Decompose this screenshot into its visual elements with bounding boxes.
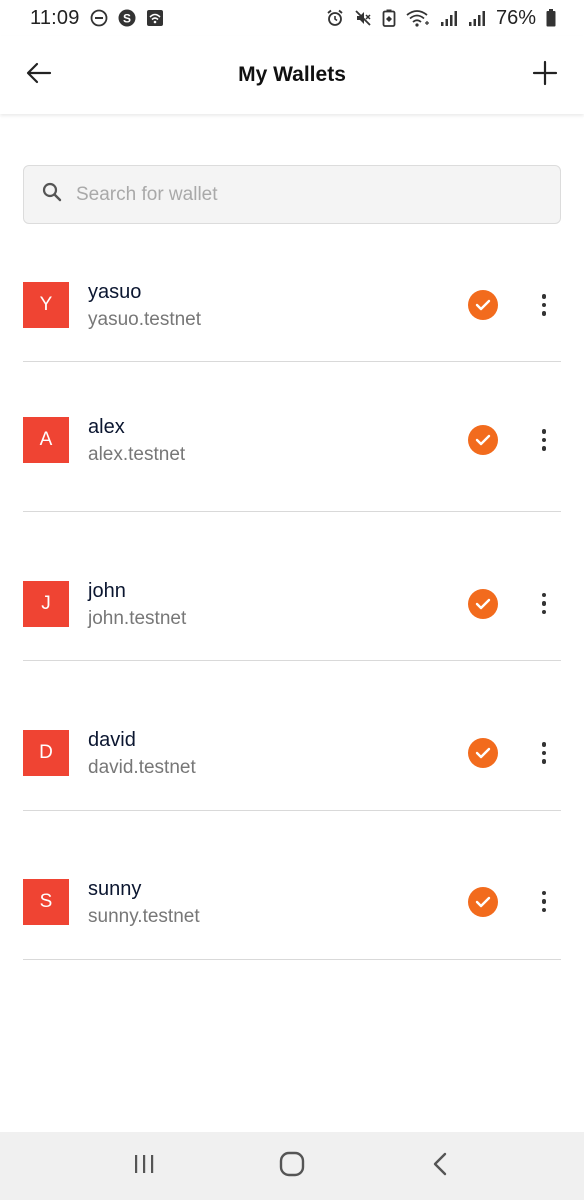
wallet-row-david[interactable]: D david david.testnet — [23, 661, 561, 811]
plus-icon — [532, 60, 558, 91]
wallet-account: sunny.testnet — [88, 905, 200, 927]
minus-circle-icon — [90, 9, 108, 27]
app-bar: My Wallets — [0, 36, 584, 114]
battery-saver-icon — [382, 9, 396, 27]
selected-check-icon[interactable] — [468, 886, 498, 917]
more-options-button[interactable] — [531, 885, 557, 919]
wallet-name: sunny — [88, 877, 142, 900]
wallet-name: alex — [88, 416, 125, 438]
wallet-account: alex.testnet — [88, 444, 186, 465]
search-input[interactable] — [76, 183, 516, 206]
mute-icon — [354, 9, 372, 27]
battery-percent: 76% — [495, 6, 536, 29]
status-bar: 11:09 S 76% — [0, 0, 584, 36]
back-icon — [432, 1152, 448, 1181]
wallet-name: david — [88, 729, 136, 751]
page-title: My Wallets — [238, 63, 346, 86]
more-options-button[interactable] — [531, 736, 557, 770]
more-options-button[interactable] — [531, 288, 557, 322]
arrow-left-icon — [26, 62, 52, 89]
search-icon — [42, 182, 62, 207]
wallet-row-alex[interactable]: A alex alex.testnet — [23, 362, 561, 512]
back-button[interactable] — [16, 52, 62, 98]
wifi-badge-icon — [146, 9, 164, 27]
svg-text:S: S — [123, 12, 131, 26]
signal-icon — [468, 9, 486, 27]
wallet-name: john — [88, 579, 126, 602]
wallet-row-sunny[interactable]: S sunny sunny.testnet — [23, 811, 561, 960]
alarm-icon — [326, 9, 344, 27]
screen: 11:09 S 76% My Wallets Search for wallet… — [0, 0, 584, 1200]
battery-icon — [546, 9, 556, 27]
wallet-account: david.testnet — [88, 757, 196, 778]
s-app-icon: S — [118, 9, 136, 27]
wallet-name: yasuo — [88, 281, 142, 303]
status-time: 11:09 — [30, 6, 80, 29]
selected-check-icon[interactable] — [468, 738, 498, 768]
avatar: A — [23, 417, 69, 463]
wifi-icon — [406, 9, 430, 27]
avatar: D — [23, 730, 69, 776]
more-options-button[interactable] — [531, 587, 557, 621]
wallet-account: yasuo.testnet — [88, 309, 202, 330]
search-box[interactable] — [23, 165, 561, 224]
wallet-row-yasuo[interactable]: Y yasuo yasuo.testnet — [23, 228, 561, 362]
selected-check-icon[interactable] — [468, 425, 498, 455]
recent-apps-icon — [133, 1154, 155, 1179]
avatar: S — [23, 878, 69, 925]
wallet-account: john.testnet — [88, 607, 187, 629]
recent-apps-button[interactable] — [114, 1141, 174, 1191]
nav-back-button[interactable] — [410, 1141, 470, 1191]
signal-icon — [440, 9, 458, 27]
wallet-row-john[interactable]: J john john.testnet — [23, 512, 561, 661]
add-wallet-button[interactable] — [522, 52, 568, 98]
avatar: J — [23, 580, 69, 627]
home-icon — [279, 1151, 305, 1182]
home-button[interactable] — [262, 1141, 322, 1191]
system-nav-bar — [0, 1132, 584, 1200]
wallet-list: Y yasuo yasuo.testnet A alex alex.testne… — [0, 228, 584, 960]
selected-check-icon[interactable] — [468, 290, 498, 320]
selected-check-icon[interactable] — [468, 588, 498, 619]
more-options-button[interactable] — [531, 423, 557, 457]
avatar: Y — [23, 282, 69, 328]
